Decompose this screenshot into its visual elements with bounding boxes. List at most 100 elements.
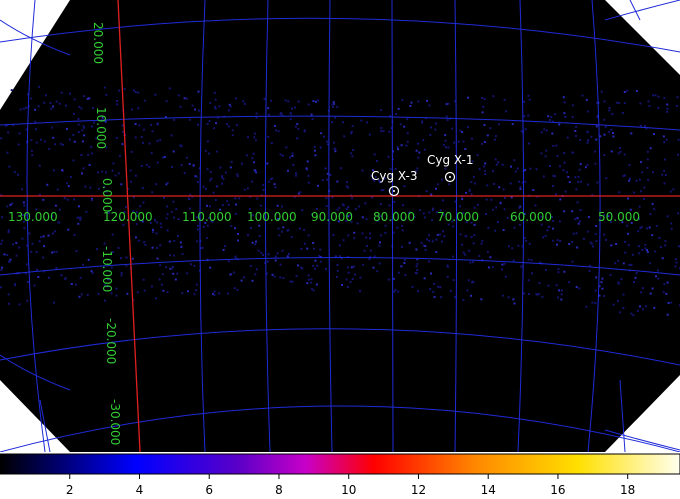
emission-pixel (532, 189, 535, 191)
emission-pixel (144, 243, 147, 246)
emission-pixel (154, 297, 157, 300)
emission-pixel (303, 129, 306, 132)
emission-pixel (125, 256, 128, 259)
emission-pixel (259, 204, 262, 207)
emission-pixel (633, 281, 635, 284)
emission-pixel (494, 158, 497, 161)
emission-pixel (311, 288, 313, 291)
emission-pixel (78, 105, 81, 108)
emission-pixel (423, 148, 426, 151)
emission-pixel (262, 189, 265, 191)
emission-pixel (555, 144, 558, 147)
emission-pixel (7, 231, 10, 234)
emission-pixel (575, 286, 578, 288)
emission-pixel (663, 141, 666, 144)
emission-pixel (143, 241, 146, 244)
emission-pixel (196, 181, 199, 183)
emission-pixel (329, 174, 332, 176)
emission-pixel (373, 255, 376, 258)
emission-pixel (601, 277, 604, 280)
emission-pixel (601, 287, 604, 290)
emission-pixel (206, 204, 208, 207)
emission-pixel (568, 243, 571, 245)
emission-pixel (56, 188, 59, 191)
emission-pixel (497, 123, 500, 126)
emission-pixel (213, 127, 216, 130)
emission-pixel (326, 140, 328, 143)
emission-pixel (213, 290, 216, 293)
colorbar-tick-label: 16 (550, 483, 565, 497)
emission-pixel (473, 206, 476, 209)
emission-pixel (277, 130, 280, 133)
emission-pixel (351, 155, 354, 158)
emission-pixel (435, 238, 438, 241)
emission-pixel (66, 182, 69, 185)
emission-pixel (303, 229, 306, 231)
emission-pixel (358, 205, 361, 208)
emission-pixel (197, 90, 200, 93)
emission-pixel (319, 260, 322, 263)
emission-pixel (286, 255, 289, 258)
emission-pixel (194, 108, 196, 111)
emission-pixel (1, 266, 4, 269)
emission-pixel (34, 120, 37, 123)
emission-pixel (215, 185, 218, 188)
emission-pixel (351, 278, 354, 280)
emission-pixel (208, 152, 211, 155)
emission-pixel (49, 102, 52, 104)
emission-pixel (306, 247, 309, 250)
emission-pixel (506, 216, 509, 219)
emission-pixel (436, 233, 439, 236)
emission-pixel (410, 101, 413, 104)
emission-pixel (397, 148, 399, 151)
emission-pixel (511, 123, 514, 126)
sky-map[interactable]: 130.000 120.000 110.000 100.000 90.000 8… (0, 0, 680, 452)
emission-pixel (151, 231, 154, 234)
emission-pixel (556, 239, 559, 242)
emission-pixel (624, 251, 627, 254)
emission-pixel (78, 295, 81, 298)
emission-pixel (504, 275, 507, 278)
emission-pixel (151, 130, 154, 133)
emission-pixel (299, 191, 302, 194)
emission-pixel (251, 279, 254, 282)
emission-pixel (501, 263, 504, 266)
emission-pixel (7, 131, 10, 134)
emission-pixel (52, 232, 54, 235)
emission-pixel (576, 217, 579, 220)
emission-pixel (270, 142, 273, 144)
emission-pixel (571, 104, 574, 107)
emission-pixel (503, 262, 506, 265)
emission-pixel (440, 296, 443, 299)
emission-pixel (563, 210, 566, 213)
emission-pixel (120, 274, 123, 277)
emission-pixel (587, 139, 590, 142)
emission-pixel (502, 229, 505, 231)
emission-pixel (196, 240, 199, 243)
emission-pixel (402, 204, 404, 207)
emission-pixel (677, 212, 680, 215)
emission-pixel (80, 293, 83, 296)
emission-pixel (674, 265, 677, 268)
emission-pixel (396, 146, 399, 149)
emission-pixel (510, 196, 513, 199)
emission-pixel (426, 99, 428, 102)
emission-pixel (170, 134, 173, 137)
emission-pixel (350, 266, 353, 269)
emission-pixel (312, 264, 315, 267)
colorbar-gradient (0, 453, 680, 475)
emission-pixel (575, 188, 578, 191)
emission-pixel (54, 143, 57, 146)
emission-pixel (43, 140, 46, 143)
emission-pixel (297, 127, 300, 130)
emission-pixel (670, 227, 673, 230)
emission-pixel (567, 175, 570, 178)
emission-pixel (97, 292, 100, 295)
emission-pixel (587, 216, 590, 219)
emission-pixel (382, 130, 385, 133)
emission-pixel (519, 223, 521, 226)
emission-pixel (284, 99, 287, 102)
emission-pixel (143, 128, 145, 131)
emission-pixel (556, 155, 559, 158)
emission-pixel (579, 209, 582, 211)
